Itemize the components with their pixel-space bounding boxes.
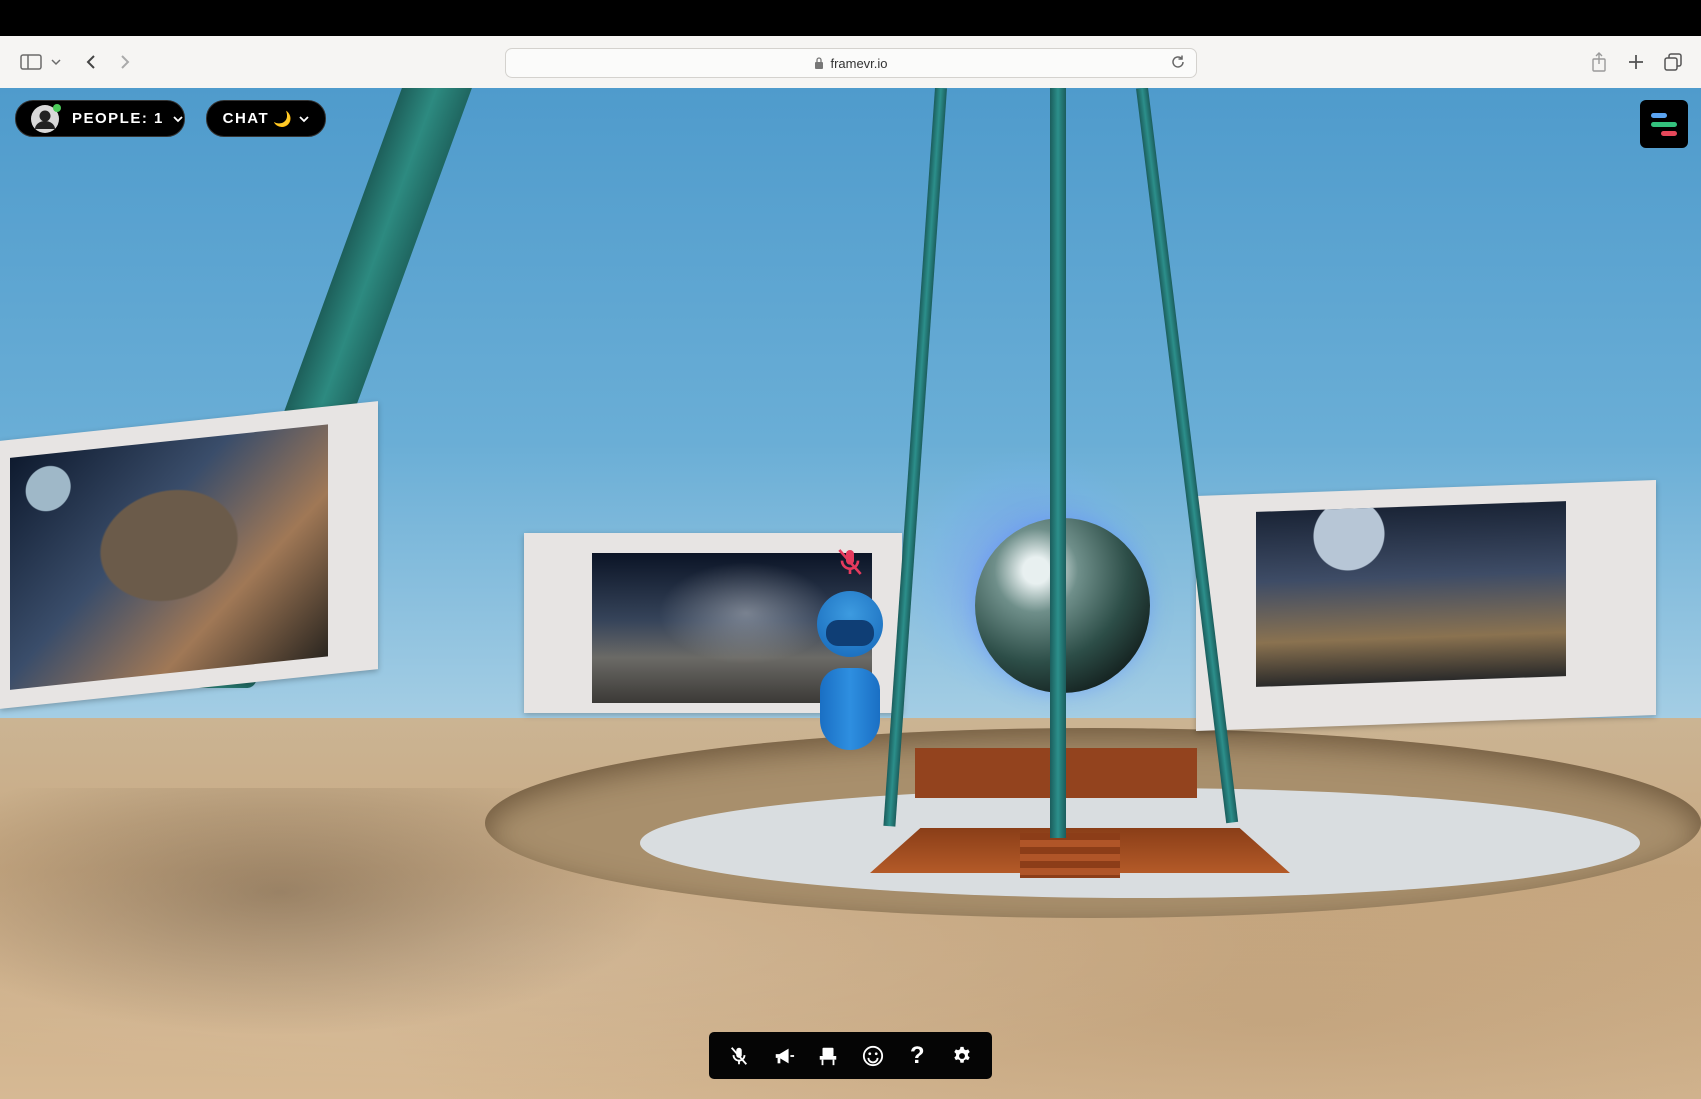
tripod-pole-right bbox=[1136, 88, 1239, 824]
address-bar[interactable]: framevr.io bbox=[505, 48, 1197, 78]
menu-button[interactable] bbox=[1640, 100, 1688, 148]
warriors-artwork[interactable] bbox=[1256, 501, 1566, 687]
forward-button[interactable] bbox=[114, 48, 136, 76]
bottom-toolbar: ? bbox=[709, 1032, 992, 1079]
tripod-pole-left bbox=[883, 88, 947, 827]
megaphone-icon[interactable] bbox=[768, 1040, 800, 1072]
mic-off-icon[interactable] bbox=[723, 1040, 755, 1072]
chevron-down-icon bbox=[299, 115, 309, 122]
emoji-icon[interactable] bbox=[857, 1040, 889, 1072]
avatar-body[interactable] bbox=[820, 668, 880, 750]
vr-scene-viewport[interactable] bbox=[0, 88, 1701, 1099]
avatar-visor bbox=[826, 620, 874, 646]
menu-bar-red bbox=[1661, 130, 1677, 136]
chevron-left-icon bbox=[86, 55, 95, 69]
chevron-right-icon bbox=[121, 55, 130, 69]
spaceship-artwork[interactable] bbox=[10, 424, 328, 690]
tabs-overview-icon[interactable] bbox=[1661, 48, 1685, 76]
menu-bar-green bbox=[1651, 121, 1677, 127]
lock-icon bbox=[815, 57, 824, 69]
sidebar-dropdown-chevron-icon[interactable] bbox=[48, 48, 64, 76]
plus-icon[interactable] bbox=[1624, 48, 1648, 76]
chat-button[interactable]: CHAT 🌙 bbox=[206, 100, 326, 137]
moon-icon: 🌙 bbox=[273, 110, 294, 128]
chat-label: CHAT bbox=[222, 110, 270, 127]
gear-icon[interactable] bbox=[946, 1040, 978, 1072]
reload-icon[interactable] bbox=[1170, 54, 1186, 70]
share-icon[interactable] bbox=[1588, 48, 1610, 76]
seat-icon[interactable] bbox=[812, 1040, 844, 1072]
tripod-pole-center bbox=[1050, 88, 1066, 838]
menu-bar-blue bbox=[1651, 112, 1667, 118]
online-status-dot bbox=[53, 103, 61, 112]
help-icon[interactable]: ? bbox=[901, 1040, 933, 1072]
back-button[interactable] bbox=[80, 48, 102, 76]
mic-muted-indicator-icon bbox=[834, 546, 866, 583]
sidebar-icon[interactable] bbox=[18, 48, 44, 76]
gallery-panel-right[interactable] bbox=[1196, 479, 1656, 732]
browser-toolbar: framevr.io bbox=[0, 36, 1701, 89]
url-text: framevr.io bbox=[830, 55, 888, 71]
screen-top-bar bbox=[0, 0, 1701, 36]
people-count-label: PEOPLE: 1 bbox=[72, 110, 164, 127]
people-button[interactable]: PEOPLE: 1 bbox=[15, 100, 185, 137]
rust-stairs bbox=[1020, 833, 1120, 878]
user-avatar-icon bbox=[30, 103, 61, 134]
gallery-panel-left[interactable] bbox=[0, 401, 378, 709]
chevron-down-icon bbox=[173, 115, 183, 122]
